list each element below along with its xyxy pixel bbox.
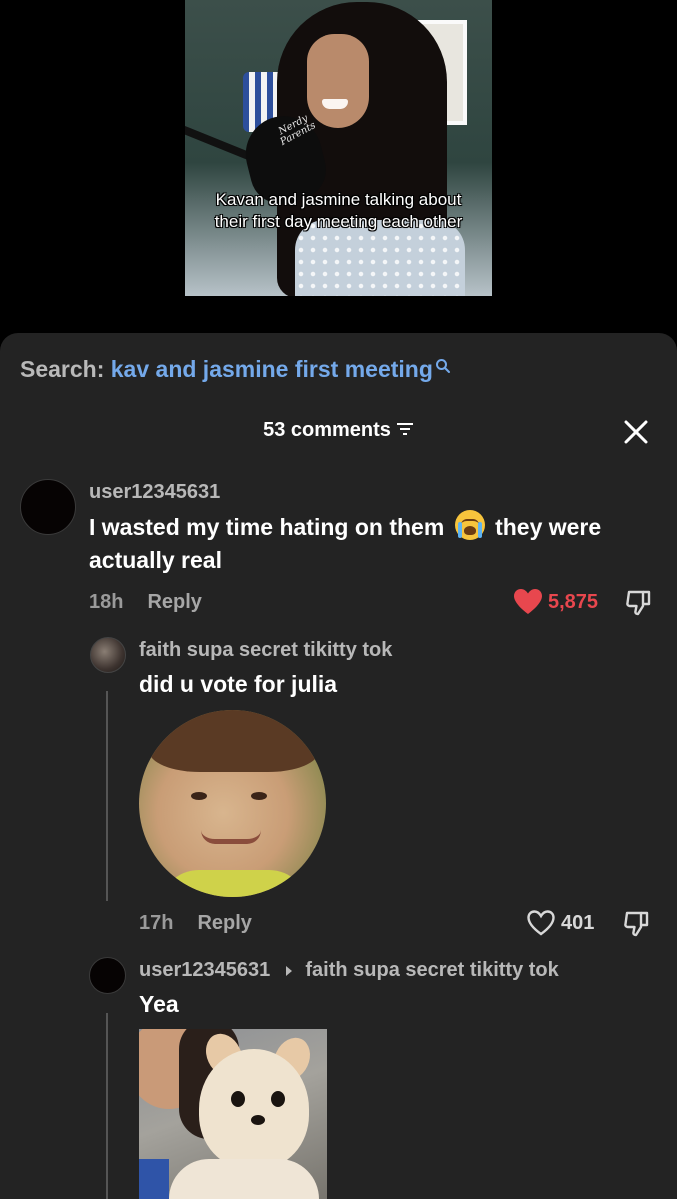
host-face — [307, 34, 369, 128]
avatar[interactable] — [89, 957, 126, 994]
close-icon[interactable] — [622, 418, 650, 446]
reply-time: 17h — [139, 912, 174, 934]
related-search[interactable]: Search: kav and jasmine first meeting — [20, 356, 451, 383]
sort-filter-icon[interactable] — [396, 422, 414, 436]
comment-text-part: I wasted my time hating on them — [89, 514, 445, 540]
thread-line — [106, 1013, 108, 1199]
video-thumbnail[interactable]: Nerdy Parents Kavan and jasmine talking … — [185, 0, 492, 296]
reply-target[interactable]: faith supa secret tikitty tok — [305, 959, 558, 981]
like-button[interactable]: 5,875 — [514, 589, 598, 615]
search-prefix: Search: — [20, 356, 105, 382]
comment-text: I wasted my time hating on them they wer… — [89, 510, 664, 577]
gif-sticker[interactable] — [139, 710, 326, 897]
comment-meta: 18h Reply — [89, 591, 202, 614]
search-icon[interactable] — [435, 358, 451, 374]
host-smile — [322, 99, 348, 109]
reply-meta: 17h Reply — [139, 912, 252, 935]
photo-attachment[interactable] — [139, 1029, 327, 1199]
loudly-crying-face-icon — [454, 510, 485, 540]
search-icon[interactable] — [612, 0, 652, 10]
video-caption: Kavan and jasmine talking about their fi… — [214, 190, 463, 231]
reply-button[interactable]: Reply — [147, 591, 201, 613]
video-area[interactable]: Nerdy Parents Kavan and jasmine talking … — [0, 0, 677, 340]
thread-line — [106, 691, 108, 901]
comments-count: 53 comments — [263, 419, 391, 441]
reply-text: did u vote for julia — [139, 671, 338, 697]
avatar[interactable] — [20, 479, 76, 535]
heart-filled-icon — [514, 589, 542, 614]
comment-time: 18h — [89, 591, 124, 613]
thumbs-down-icon[interactable] — [625, 589, 653, 617]
reply-author[interactable]: user12345631 — [139, 959, 270, 981]
reply-arrow-icon — [285, 965, 292, 976]
reply-username[interactable]: faith supa secret tikitty tok — [139, 639, 392, 662]
reply-text: Yea — [139, 991, 179, 1017]
reply-button[interactable]: Reply — [197, 912, 251, 934]
comment-username[interactable]: user12345631 — [89, 481, 220, 504]
comments-count-row: 53 comments — [0, 419, 677, 442]
like-count: 401 — [561, 911, 595, 934]
avatar[interactable] — [90, 637, 126, 673]
thumbs-down-icon[interactable] — [623, 910, 651, 938]
reply-username: user12345631 faith supa secret tikitty t… — [139, 959, 559, 982]
comments-sheet: Search: kav and jasmine first meeting 53… — [0, 333, 677, 1199]
search-query-link[interactable]: kav and jasmine first meeting — [111, 356, 433, 382]
like-button[interactable]: 401 — [527, 910, 594, 936]
like-count: 5,875 — [548, 590, 599, 613]
heart-outline-icon — [527, 910, 555, 936]
